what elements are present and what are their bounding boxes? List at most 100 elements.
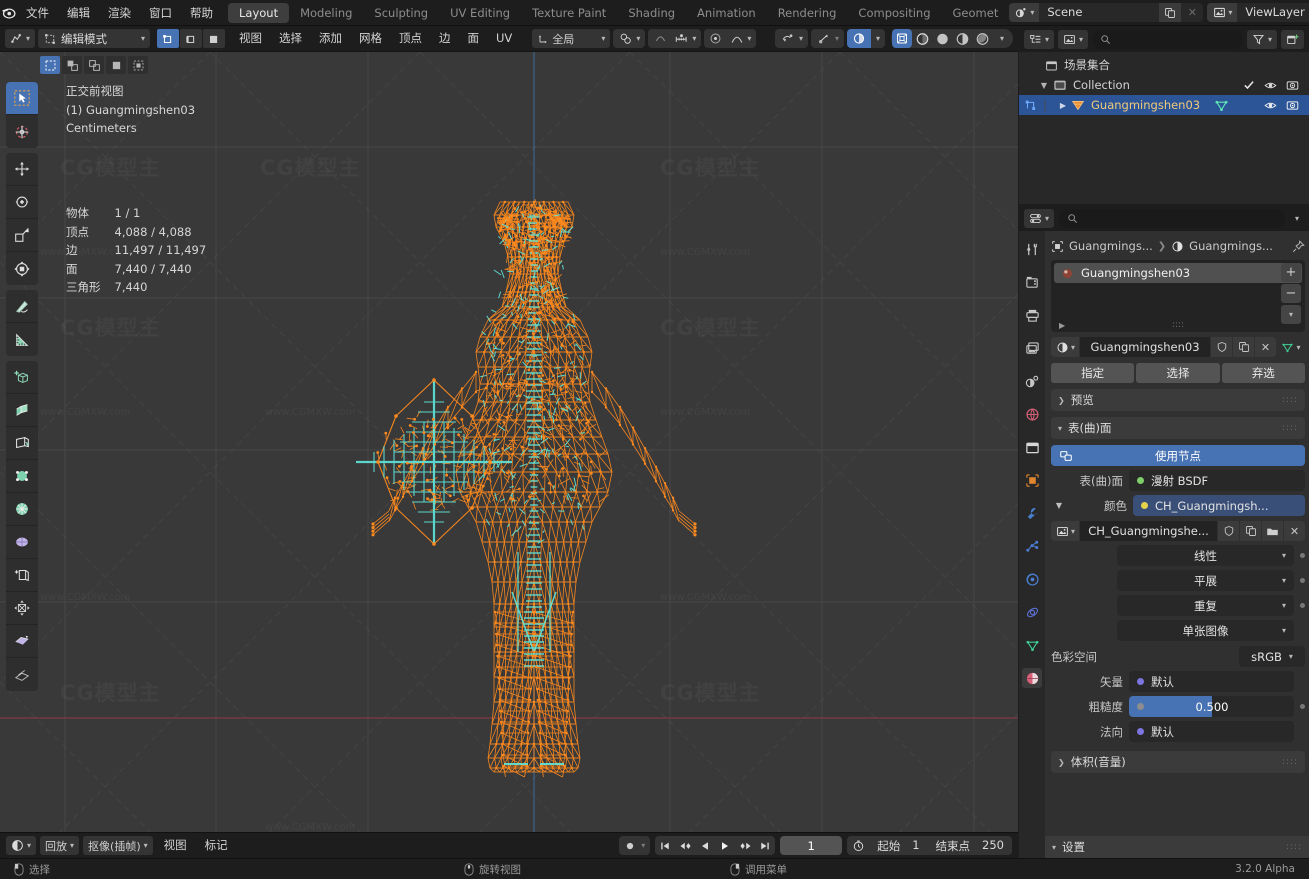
modifier-tab[interactable]	[1022, 503, 1042, 523]
properties-search-input[interactable]	[1059, 208, 1285, 228]
copy-image-icon[interactable]	[1240, 521, 1261, 541]
menu-render[interactable]: 渲染	[99, 3, 140, 23]
animate-dot-icon[interactable]	[1300, 704, 1305, 709]
outliner-row-collection[interactable]: ▼ Collection	[1019, 75, 1309, 95]
material-tab[interactable]	[1022, 668, 1042, 688]
record-icon[interactable]	[619, 836, 641, 855]
funnel-icon[interactable]: ▾	[1246, 29, 1277, 49]
constraints-tab[interactable]	[1022, 602, 1042, 622]
tab-uv-editing[interactable]: UV Editing	[439, 3, 521, 23]
grip-dots[interactable]: ::::	[1286, 842, 1302, 852]
pin-icon[interactable]	[1292, 239, 1305, 253]
xray-icon[interactable]	[846, 29, 871, 48]
timeline-editor-icon[interactable]: ▾	[6, 836, 37, 855]
menu-window[interactable]: 窗口	[140, 3, 181, 23]
particles-tab[interactable]	[1022, 536, 1042, 556]
menu-vertex[interactable]: 顶点	[392, 29, 429, 48]
outliner-row-scene-collection[interactable]: 场景集合	[1019, 55, 1309, 75]
unlink-scene-icon[interactable]: ✕	[1181, 3, 1204, 22]
chevron-right-icon[interactable]: ▶	[1059, 321, 1065, 330]
projection-select[interactable]: 平展 ▾	[1117, 570, 1294, 591]
poly-build-tool[interactable]	[6, 559, 38, 592]
tab-layout[interactable]: Layout	[228, 2, 290, 23]
camera-icon[interactable]	[1286, 79, 1299, 92]
viewlayer-name[interactable]: ViewLayer	[1237, 3, 1309, 22]
camera-icon[interactable]	[1286, 99, 1299, 112]
fake-user-icon[interactable]	[1218, 521, 1239, 541]
add-cube-tool[interactable]	[6, 361, 38, 394]
grip-dots[interactable]: ::::	[1282, 395, 1298, 405]
properties-editor-icon[interactable]: ▾	[1024, 208, 1055, 228]
annotate-tool[interactable]	[6, 290, 38, 323]
object-tab[interactable]	[1022, 470, 1042, 490]
render-tab[interactable]	[1022, 272, 1042, 292]
slot-specials-icon[interactable]: ▾	[1281, 305, 1301, 324]
shading-dropdown-icon[interactable]: ▾	[992, 29, 1012, 48]
3d-viewport[interactable]: CG模型主 CG模型主 CG模型主 CG模型主 CG模型主 CG模型主 CG模型…	[0, 52, 1018, 832]
menu-select[interactable]: 选择	[272, 29, 309, 48]
select-button[interactable]: 选择	[1136, 363, 1220, 383]
menu-face[interactable]: 面	[461, 29, 487, 48]
jump-to-start-icon[interactable]	[655, 836, 675, 855]
menu-edit[interactable]: 编辑	[58, 3, 99, 23]
animate-dot-icon[interactable]	[1300, 603, 1305, 608]
cursor-tool[interactable]	[6, 115, 38, 148]
shading-solid-icon[interactable]	[912, 29, 932, 48]
menu-uv[interactable]: UV	[489, 29, 519, 48]
colorspace-select[interactable]: sRGB ▾	[1239, 646, 1305, 667]
deselect-button[interactable]: 弃选	[1221, 363, 1305, 383]
timeline-menu-keying[interactable]: 抠像(插帧) ▾	[83, 836, 153, 855]
loop-cut-tool[interactable]	[6, 493, 38, 526]
play-reverse-icon[interactable]	[695, 836, 715, 855]
image-name-field[interactable]: CH_Guangmingshe...	[1080, 521, 1217, 541]
jump-to-keyframe-next-icon[interactable]	[735, 836, 755, 855]
frame-start-field[interactable]: 起始 1	[869, 838, 927, 854]
transform-orientation-select[interactable]: 全局 ▾	[532, 29, 611, 48]
assign-button[interactable]: 指定	[1051, 363, 1135, 383]
material-slot-list[interactable]: Guangmingshen03 ▶ :::: + − ▾	[1051, 260, 1305, 332]
gizmo-dropdown-icon[interactable]: ▾	[799, 29, 808, 48]
new-material-icon[interactable]	[1233, 337, 1254, 357]
scene-icon[interactable]: ▾	[1009, 3, 1040, 22]
mesh-data-icon[interactable]	[1214, 98, 1229, 113]
tab-rendering[interactable]: Rendering	[767, 3, 848, 23]
panel-settings[interactable]: ▾ 设置 ::::	[1045, 836, 1309, 858]
edge-select-icon[interactable]	[180, 29, 203, 48]
menu-add[interactable]: 添加	[312, 29, 349, 48]
timeline-menu-playback[interactable]: 回放 ▾	[40, 836, 80, 855]
select-box-icon[interactable]	[40, 56, 60, 74]
scene-datablock[interactable]: ▾ Scene ✕	[1009, 3, 1204, 22]
tweak-tool[interactable]	[6, 82, 38, 115]
use-nodes-button[interactable]: 使用节点	[1051, 445, 1305, 466]
jump-to-keyframe-prev-icon[interactable]	[675, 836, 695, 855]
menu-mesh[interactable]: 网格	[352, 29, 389, 48]
animate-dot-icon[interactable]	[1300, 578, 1305, 583]
output-tab[interactable]	[1022, 305, 1042, 325]
mode-select[interactable]: 编辑模式 ▾	[38, 29, 151, 48]
material-browse-icon[interactable]: ▾	[1051, 337, 1080, 357]
show-gizmo-icon[interactable]	[775, 29, 799, 48]
overlays-icon[interactable]	[811, 29, 835, 48]
collection-tab[interactable]	[1022, 437, 1042, 457]
falloff-dropdown-icon[interactable]: ▾	[747, 29, 756, 48]
eye-icon[interactable]	[1264, 79, 1277, 92]
fake-user-icon[interactable]	[1211, 337, 1232, 357]
proportional-falloff-icon[interactable]	[704, 29, 727, 48]
tab-modeling[interactable]: Modeling	[289, 3, 363, 23]
auto-keying-dropdown-icon[interactable]: ▾	[641, 836, 650, 855]
source-select[interactable]: 单张图像 ▾	[1117, 620, 1294, 641]
checkbox-icon[interactable]	[1243, 79, 1255, 91]
select-box-subtract-icon[interactable]	[84, 56, 104, 74]
eye-icon[interactable]	[1264, 99, 1277, 112]
select-box-extend-icon[interactable]	[62, 56, 82, 74]
color-input-field[interactable]: CH_Guangmingsh...	[1133, 495, 1305, 516]
chevron-down-icon[interactable]: ▼	[1019, 81, 1053, 90]
proportional-connected-icon[interactable]	[671, 29, 692, 48]
material-data-icon[interactable]: ▾	[1277, 337, 1305, 357]
timeline-menu-view[interactable]: 视图	[157, 836, 194, 855]
overlays-dropdown-icon[interactable]: ▾	[835, 29, 844, 48]
breadcrumb-object[interactable]: Guangmings...	[1069, 239, 1153, 253]
interpolation-select[interactable]: 线性 ▾	[1117, 545, 1294, 566]
move-tool[interactable]	[6, 153, 38, 186]
vertex-select-icon[interactable]	[157, 29, 180, 48]
